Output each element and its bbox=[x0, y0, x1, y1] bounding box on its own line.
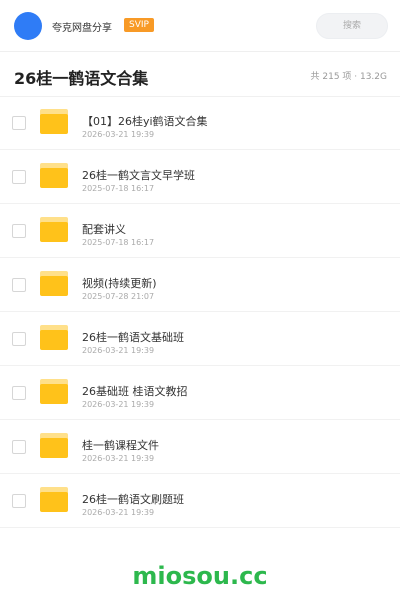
top-bar: 夸克网盘分享 SVIP 搜索 bbox=[0, 0, 400, 52]
checkbox[interactable] bbox=[12, 116, 26, 130]
file-list: 【01】26桂yi鹤语文合集 2026-03-21 19:39 26桂一鹤文言文… bbox=[0, 96, 400, 528]
file-date: 2025-07-28 21:07 bbox=[82, 292, 155, 301]
checkbox[interactable] bbox=[12, 440, 26, 454]
folder-icon bbox=[40, 379, 68, 404]
file-name: 视频(持续更新) bbox=[82, 277, 157, 290]
username: 夸克网盘分享 bbox=[52, 23, 112, 34]
checkbox[interactable] bbox=[12, 278, 26, 292]
list-item[interactable]: 26桂一鹤语文基础班 2026-03-21 19:39 bbox=[0, 312, 400, 366]
list-item[interactable]: 26桂一鹤文言文早学班 2025-07-18 16:17 bbox=[0, 150, 400, 204]
folder-icon bbox=[40, 163, 68, 188]
list-item[interactable]: 桂一鹤课程文件 2026-03-21 19:39 bbox=[0, 420, 400, 474]
watermark: miosou.cc bbox=[132, 562, 268, 590]
search-input[interactable]: 搜索 bbox=[316, 13, 388, 39]
list-item[interactable]: 26基础班 桂语文教招 2026-03-21 19:39 bbox=[0, 366, 400, 420]
folder-icon bbox=[40, 217, 68, 242]
avatar[interactable] bbox=[14, 12, 42, 40]
file-date: 2026-03-21 19:39 bbox=[82, 400, 155, 409]
file-date: 2025-07-18 16:17 bbox=[82, 238, 155, 247]
list-item[interactable]: 26桂一鹤语文刷题班 2026-03-21 19:39 bbox=[0, 474, 400, 528]
list-item[interactable]: 【01】26桂yi鹤语文合集 2026-03-21 19:39 bbox=[0, 96, 400, 150]
file-name: 桂一鹤课程文件 bbox=[82, 439, 159, 452]
checkbox[interactable] bbox=[12, 224, 26, 238]
checkbox[interactable] bbox=[12, 386, 26, 400]
file-date: 2026-03-21 19:39 bbox=[82, 346, 155, 355]
folder-icon bbox=[40, 109, 68, 134]
file-name: 26基础班 桂语文教招 bbox=[82, 385, 188, 398]
checkbox[interactable] bbox=[12, 494, 26, 508]
file-date: 2026-03-21 19:39 bbox=[82, 454, 155, 463]
checkbox[interactable] bbox=[12, 170, 26, 184]
list-item[interactable]: 视频(持续更新) 2025-07-28 21:07 bbox=[0, 258, 400, 312]
file-name: 26桂一鹤语文基础班 bbox=[82, 331, 184, 344]
file-date: 2026-03-21 19:39 bbox=[82, 508, 155, 517]
folder-icon bbox=[40, 433, 68, 458]
folder-header: 26桂一鹤语文合集 共 215 项 · 13.2G bbox=[0, 53, 400, 97]
file-date: 2026-03-21 19:39 bbox=[82, 130, 155, 139]
svip-badge: SVIP bbox=[124, 18, 154, 32]
folder-icon bbox=[40, 487, 68, 512]
folder-icon bbox=[40, 325, 68, 350]
file-name: 配套讲义 bbox=[82, 223, 126, 236]
folder-icon bbox=[40, 271, 68, 296]
folder-stats: 共 215 项 · 13.2G bbox=[310, 72, 388, 82]
file-name: 26桂一鹤语文刷题班 bbox=[82, 493, 184, 506]
checkbox[interactable] bbox=[12, 332, 26, 346]
file-date: 2025-07-18 16:17 bbox=[82, 184, 155, 193]
file-name: 26桂一鹤文言文早学班 bbox=[82, 169, 195, 182]
page-title: 26桂一鹤语文合集 bbox=[14, 69, 149, 88]
list-item[interactable]: 配套讲义 2025-07-18 16:17 bbox=[0, 204, 400, 258]
file-name: 【01】26桂yi鹤语文合集 bbox=[82, 115, 208, 128]
